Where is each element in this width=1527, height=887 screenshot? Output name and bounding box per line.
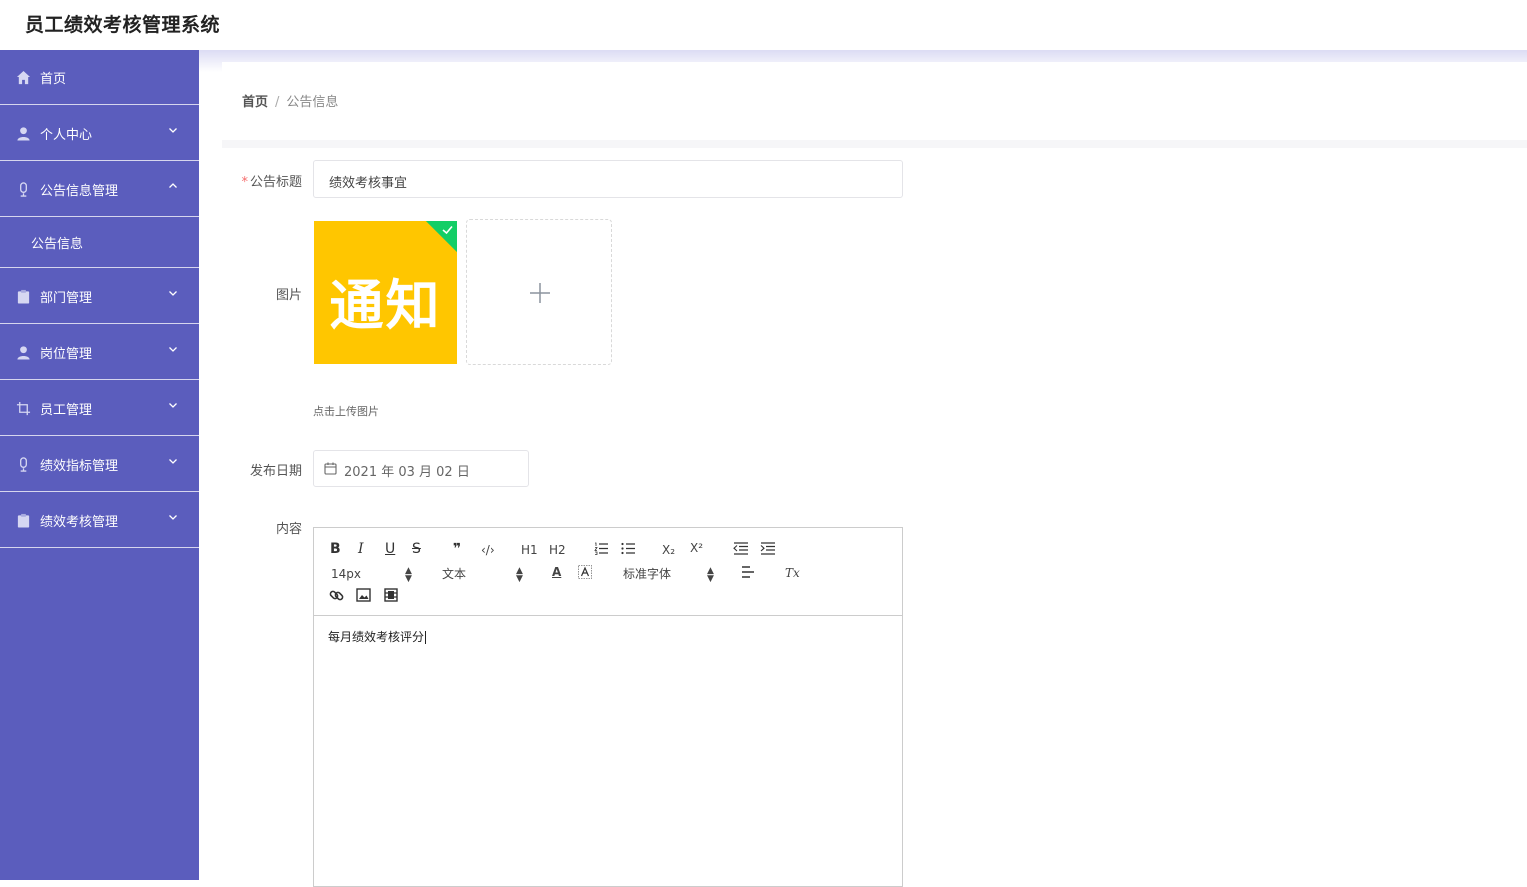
sidebar-item-position[interactable]: 岗位管理 bbox=[0, 324, 199, 380]
content-label: 内容 bbox=[275, 522, 302, 537]
sidebar-item-label: 首页 bbox=[40, 72, 67, 87]
required-mark: * bbox=[241, 175, 248, 190]
header1-button[interactable]: H1 bbox=[521, 542, 538, 558]
breadcrumb: 首页 / 公告信息 bbox=[242, 91, 338, 110]
sidebar-item-kpi[interactable]: 绩效指标管理 bbox=[0, 436, 199, 492]
microphone-icon bbox=[20, 457, 27, 472]
chevron-down-icon bbox=[169, 459, 177, 464]
home-icon bbox=[16, 70, 31, 85]
publish-date-picker[interactable]: 2021 年 03 月 02 日 bbox=[313, 450, 529, 487]
sidebar-item-appraisal[interactable]: 绩效考核管理 bbox=[0, 492, 199, 548]
editor-content-text: 每月绩效考核评分 bbox=[328, 630, 425, 644]
link-icon[interactable] bbox=[329, 588, 344, 603]
font-size-select[interactable]: 14px bbox=[331, 566, 361, 582]
sidebar: 首页 个人中心 公告信息管理 公告信息 部门管理 岗位管理 员工管理 绩效指标管… bbox=[0, 50, 199, 880]
image-thumb-text: 通知 bbox=[329, 273, 442, 337]
header-select[interactable]: 文本 bbox=[442, 566, 466, 582]
background-color-icon[interactable] bbox=[578, 565, 592, 579]
sidebar-subitem-label: 公告信息 bbox=[31, 237, 84, 252]
crop-icon bbox=[16, 401, 31, 416]
superscript-button[interactable]: X² bbox=[690, 540, 703, 556]
sidebar-item-label: 绩效指标管理 bbox=[40, 459, 119, 474]
publish-date-value: 2021 年 03 月 02 日 bbox=[344, 465, 470, 480]
title-input[interactable]: 绩效考核事宜 bbox=[313, 160, 903, 198]
breadcrumb-separator: / bbox=[275, 95, 280, 110]
title-input-value: 绩效考核事宜 bbox=[329, 176, 408, 191]
clean-format-button[interactable]: Tx bbox=[785, 565, 800, 581]
check-icon bbox=[442, 225, 453, 235]
date-label: 发布日期 bbox=[249, 464, 302, 479]
uploaded-image-thumbnail[interactable]: 通知 bbox=[314, 221, 457, 364]
code-block-button[interactable]: ‹/› bbox=[481, 542, 495, 558]
align-left-icon[interactable] bbox=[741, 566, 755, 578]
blockquote-button[interactable]: ❞ bbox=[453, 541, 461, 557]
clipboard-icon bbox=[17, 289, 30, 304]
header-select-arrow: ▲ ▼ bbox=[516, 566, 523, 584]
sidebar-item-label: 员工管理 bbox=[40, 403, 93, 418]
indent-icon[interactable] bbox=[760, 542, 775, 555]
upload-hint: 点击上传图片 bbox=[313, 405, 379, 418]
italic-button[interactable]: I bbox=[358, 541, 364, 557]
user-icon bbox=[17, 127, 30, 141]
app-title: 员工绩效考核管理系统 bbox=[25, 14, 221, 36]
outdent-icon[interactable] bbox=[733, 542, 748, 555]
user-icon bbox=[17, 346, 30, 360]
ordered-list-icon[interactable] bbox=[594, 542, 608, 555]
plus-icon bbox=[530, 283, 550, 303]
microphone-icon bbox=[20, 182, 27, 197]
bold-button[interactable]: B bbox=[330, 541, 341, 557]
strike-button[interactable]: S bbox=[412, 541, 421, 557]
font-color-button[interactable]: A bbox=[552, 564, 561, 580]
calendar-icon bbox=[324, 462, 337, 475]
title-label: * 公告标题 bbox=[222, 171, 302, 190]
chevron-down-icon bbox=[169, 515, 177, 520]
sidebar-subitem-notice-info[interactable]: 公告信息 bbox=[0, 217, 199, 268]
bullet-list-icon[interactable] bbox=[621, 542, 635, 555]
sidebar-item-label: 公告信息管理 bbox=[40, 184, 119, 199]
sidebar-item-notice-management[interactable]: 公告信息管理 bbox=[0, 161, 199, 217]
editor-toolbar: B I U S ❞ ‹/› H1 H2 X₂ X² 14px ▲ ▼ 文本 ▲ ▼ … bbox=[314, 528, 902, 616]
text-cursor bbox=[425, 631, 427, 644]
breadcrumb-home[interactable]: 首页 bbox=[242, 95, 268, 110]
breadcrumb-current: 公告信息 bbox=[286, 95, 339, 110]
section-divider bbox=[222, 140, 1527, 148]
font-size-select-arrow: ▲ ▼ bbox=[405, 566, 412, 584]
sidebar-item-employee[interactable]: 员工管理 bbox=[0, 380, 199, 436]
chevron-down-icon bbox=[169, 403, 177, 408]
video-icon[interactable] bbox=[384, 588, 398, 602]
image-icon[interactable] bbox=[356, 588, 371, 602]
chevron-up-icon bbox=[169, 183, 177, 188]
editor-content[interactable]: 每月绩效考核评分 bbox=[328, 628, 427, 645]
sidebar-item-personal-center[interactable]: 个人中心 bbox=[0, 105, 199, 161]
sidebar-item-label: 岗位管理 bbox=[40, 347, 93, 362]
sidebar-item-department[interactable]: 部门管理 bbox=[0, 268, 199, 324]
top-header: 员工绩效考核管理系统 bbox=[0, 0, 1527, 50]
font-family-select[interactable]: 标准字体 bbox=[623, 566, 671, 582]
chevron-down-icon bbox=[169, 128, 177, 133]
header2-button[interactable]: H2 bbox=[549, 542, 566, 558]
sidebar-item-label: 部门管理 bbox=[40, 291, 93, 306]
chevron-down-icon bbox=[169, 291, 177, 296]
breadcrumb-panel bbox=[222, 62, 1527, 138]
sidebar-item-home[interactable]: 首页 bbox=[0, 50, 199, 105]
sidebar-item-label: 个人中心 bbox=[40, 128, 93, 143]
title-label-text: 公告标题 bbox=[249, 175, 302, 190]
font-family-select-arrow: ▲ ▼ bbox=[707, 566, 714, 584]
image-upload-button[interactable] bbox=[466, 219, 612, 365]
clipboard-icon bbox=[17, 513, 30, 528]
image-label: 图片 bbox=[275, 288, 302, 303]
subscript-button[interactable]: X₂ bbox=[662, 542, 675, 558]
rich-text-editor: B I U S ❞ ‹/› H1 H2 X₂ X² 14px ▲ ▼ 文本 ▲ ▼ … bbox=[313, 527, 903, 887]
chevron-down-icon bbox=[169, 347, 177, 352]
sidebar-item-label: 绩效考核管理 bbox=[40, 515, 119, 530]
underline-button[interactable]: U bbox=[385, 541, 395, 557]
